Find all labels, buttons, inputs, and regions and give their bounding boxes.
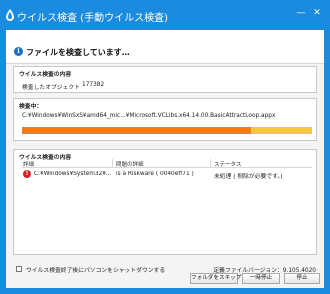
column-divider[interactable] [112, 159, 113, 168]
scan-content-title: ウイルス検査の内容 [19, 72, 72, 78]
status-header: i ファイルを検査しています… [6, 30, 324, 64]
window-client-area: i ファイルを検査しています… ウイルス検査の内容 検査したオブジェクト 177… [6, 30, 324, 288]
window-title: ウイルス検査 (手動ウイルス検査) [17, 13, 168, 24]
skip-folder-button[interactable]: フォルダをスキップ [190, 273, 241, 284]
row-detail: C:¥Windows¥System32¥... [34, 171, 112, 177]
app-window: ウイルス検査 (手動ウイルス検査) — ✕ i ファイルを検査しています… ウイ… [0, 0, 330, 294]
column-header-problem[interactable]: 問題の詳細 [116, 160, 144, 168]
minimize-button[interactable]: — [295, 7, 307, 19]
button-bar: フォルダをスキップ 一時停止 停止 [6, 270, 324, 288]
scan-content-group: ウイルス検査の内容 検査したオブジェクト 177382 [13, 66, 317, 93]
row-status: 未処理 ( 削除が必要です。) [214, 174, 283, 180]
scanning-title: 検査中： [19, 104, 43, 110]
results-group: ウイルス検査の内容 詳細 問題の詳細 ステータス ! C:¥Windows¥Sy… [13, 149, 317, 255]
title-bar[interactable]: ウイルス検査 (手動ウイルス検査) — ✕ [0, 0, 330, 30]
objects-scanned-value: 177382 [82, 82, 105, 88]
column-header-detail[interactable]: 詳細 [23, 160, 34, 168]
row-problem: is a Riskware ( 0040eff71 ) [116, 171, 194, 177]
current-file-path: C:¥Windows¥WinSxS¥amd64_mic...¥Microsoft… [22, 113, 276, 119]
scan-progress-bar [22, 127, 312, 134]
table-row[interactable]: ! C:¥Windows¥System32¥... is a Riskware … [22, 170, 312, 180]
info-icon: i [14, 47, 23, 56]
results-table[interactable]: 詳細 問題の詳細 ステータス ! C:¥Windows¥System32¥...… [22, 159, 312, 249]
close-button[interactable]: ✕ [311, 7, 323, 19]
objects-scanned-label: 検査したオブジェクト [22, 85, 80, 91]
scan-progress-fill [22, 127, 252, 134]
scanning-group: 検査中： C:¥Windows¥WinSxS¥amd64_mic...¥Micr… [13, 98, 317, 141]
scan-status-text: ファイルを検査しています… [26, 48, 130, 57]
stop-button[interactable]: 停止 [284, 273, 320, 284]
column-header-status[interactable]: ステータス [214, 160, 242, 168]
pause-button[interactable]: 一時停止 [242, 273, 280, 284]
results-table-header: 詳細 問題の詳細 ステータス [22, 159, 312, 168]
column-divider[interactable] [210, 159, 211, 168]
error-icon: ! [23, 170, 31, 178]
shield-drop-icon [6, 9, 14, 21]
